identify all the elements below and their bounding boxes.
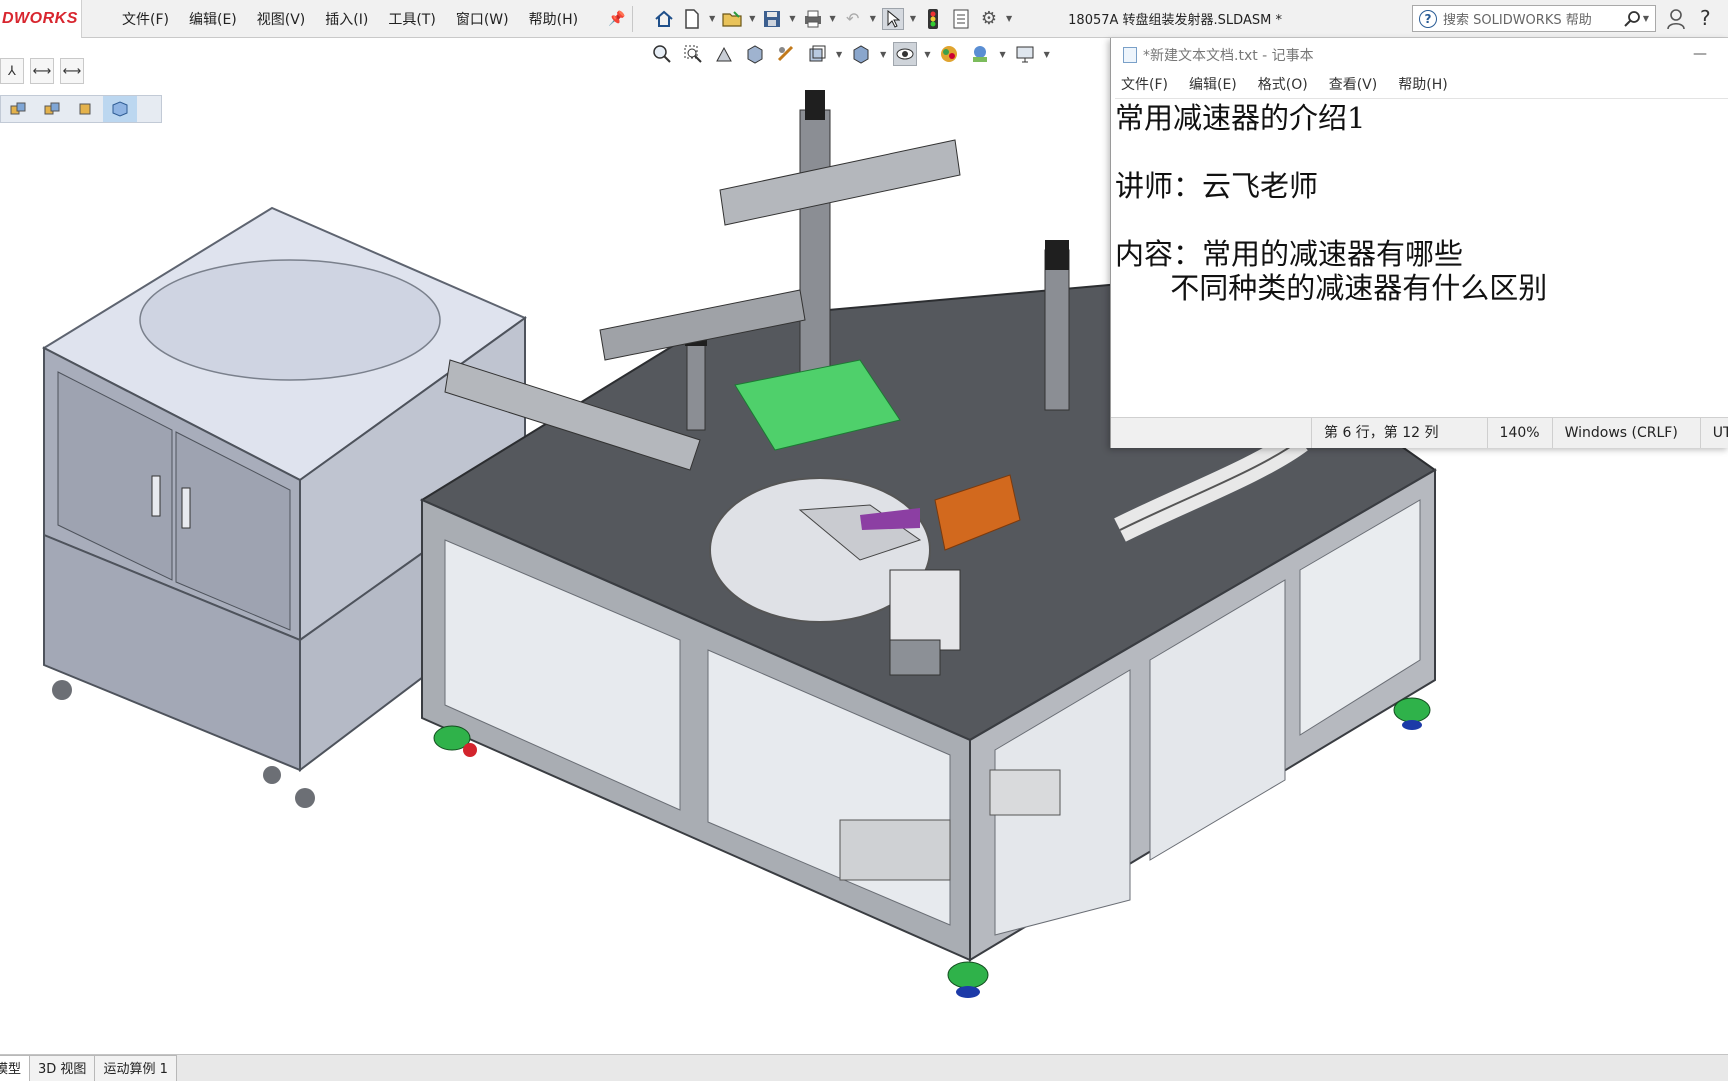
- solidworks-logo[interactable]: DWORKS: [0, 0, 82, 38]
- main-menu: 文件(F) 编辑(E) 视图(V) 插入(I) 工具(T) 窗口(W) 帮助(H…: [112, 9, 588, 29]
- open-dropdown-icon[interactable]: ▼: [749, 14, 755, 23]
- text-line: 不同种类的减速器有什么区别: [1115, 271, 1548, 305]
- open-folder-icon[interactable]: [721, 8, 743, 30]
- select-dropdown-icon[interactable]: ▼: [910, 14, 916, 23]
- sketch-line-icon[interactable]: ⅄: [0, 58, 24, 84]
- undo-icon[interactable]: ↶: [842, 8, 864, 30]
- print-dropdown-icon[interactable]: ▼: [830, 14, 836, 23]
- notepad-menu-bar: 文件(F) 编辑(E) 格式(O) 查看(V) 帮助(H): [1111, 72, 1728, 96]
- text-line: 常用减速器的介绍1: [1115, 101, 1366, 135]
- breadcrumb-subassembly-icon[interactable]: [35, 96, 69, 122]
- standard-toolbar: ▼ ▼ ▼ ▼ ↶ ▼ ▼ ⚙ ▼: [653, 7, 1012, 30]
- notepad-menu-view[interactable]: 查看(V): [1329, 74, 1378, 94]
- search-dropdown-icon[interactable]: ▼: [1643, 14, 1649, 23]
- text-line: [1115, 135, 1728, 169]
- text-line: 讲师：云飞老师: [1115, 169, 1319, 203]
- view-settings-monitor-icon[interactable]: [1013, 42, 1037, 66]
- menu-file[interactable]: 文件(F): [112, 9, 179, 29]
- options-dropdown-icon[interactable]: ▼: [1006, 14, 1012, 23]
- previous-view-icon[interactable]: [712, 42, 736, 66]
- options-gear-icon[interactable]: ⚙: [978, 8, 1000, 30]
- notepad-status-bar: 第 6 行，第 12 列 140% Windows (CRLF) UTF-8: [1111, 417, 1728, 448]
- undo-dropdown-icon[interactable]: ▼: [870, 14, 876, 23]
- menu-edit[interactable]: 编辑(E): [179, 9, 247, 29]
- tab-model[interactable]: 模型: [0, 1055, 31, 1081]
- pin-menu-icon[interactable]: 📌: [608, 11, 625, 27]
- minimize-button[interactable]: —: [1693, 46, 1707, 62]
- heads-up-view-toolbar: ▼ ▼ ▼ ▼ ▼: [650, 42, 1050, 66]
- notepad-menu-format[interactable]: 格式(O): [1258, 74, 1308, 94]
- new-dropdown-icon[interactable]: ▼: [709, 14, 715, 23]
- menu-window[interactable]: 窗口(W): [446, 9, 519, 29]
- document-title: 18057A 转盘组装发射器.SLDASM *: [1068, 13, 1282, 28]
- display-style-dropdown-icon[interactable]: ▼: [880, 50, 886, 59]
- menu-help[interactable]: 帮助(H): [519, 9, 588, 29]
- search-help-field[interactable]: ? 搜索 SOLIDWORKS 帮助 ▼: [1412, 5, 1656, 32]
- breadcrumb-assembly-icon[interactable]: [1, 96, 35, 122]
- edit-appearance-icon[interactable]: [937, 42, 961, 66]
- menu-tools[interactable]: 工具(T): [378, 9, 445, 29]
- distance-dimension-icon[interactable]: ⟷: [60, 58, 84, 84]
- select-pointer-icon[interactable]: [881, 7, 904, 30]
- notepad-text-area[interactable]: 常用减速器的介绍1 讲师：云飞老师 内容：常用的减速器有哪些 不同种类的减速器有…: [1115, 98, 1728, 461]
- zoom-level: 140%: [1486, 418, 1552, 448]
- notepad-title-bar[interactable]: *新建文本文档.txt - 记事本: [1111, 38, 1728, 72]
- file-properties-icon[interactable]: [950, 8, 972, 30]
- bottom-tab-bar: 模型 3D 视图 运动算例 1: [0, 1054, 1728, 1081]
- scene-dropdown-icon[interactable]: ▼: [999, 50, 1005, 59]
- save-icon[interactable]: [761, 8, 783, 30]
- help-button[interactable]: ?: [1700, 6, 1711, 30]
- tab-motion-study[interactable]: 运动算例 1: [94, 1055, 177, 1081]
- breadcrumb-component-icon[interactable]: [69, 96, 103, 122]
- home-icon[interactable]: [653, 8, 675, 30]
- notepad-document-icon: [1123, 47, 1137, 63]
- toolbar-separator: [632, 5, 634, 32]
- notepad-title: *新建文本文档.txt - 记事本: [1143, 48, 1314, 64]
- logo-text: DWORKS: [2, 9, 78, 27]
- save-dropdown-icon[interactable]: ▼: [789, 14, 795, 23]
- notepad-menu-file[interactable]: 文件(F): [1121, 74, 1168, 94]
- horizontal-dimension-icon[interactable]: ⟷: [30, 58, 54, 84]
- cursor-position: 第 6 行，第 12 列: [1311, 418, 1487, 448]
- view-settings-dropdown-icon[interactable]: ▼: [1044, 50, 1050, 59]
- print-icon[interactable]: [802, 8, 824, 30]
- notepad-menu-help[interactable]: 帮助(H): [1398, 74, 1447, 94]
- hide-show-dropdown-icon[interactable]: ▼: [924, 50, 930, 59]
- hide-show-items-icon[interactable]: [893, 42, 918, 66]
- breadcrumb: [0, 95, 162, 123]
- line-ending: Windows (CRLF): [1551, 418, 1700, 448]
- apply-scene-icon[interactable]: [968, 42, 992, 66]
- section-view-icon[interactable]: [743, 42, 767, 66]
- dimension-toolbar: ⅄ ⟷ ⟷: [0, 58, 84, 84]
- notepad-menu-edit[interactable]: 编辑(E): [1189, 74, 1237, 94]
- encoding: UTF-8: [1699, 418, 1728, 448]
- menu-insert[interactable]: 插入(I): [315, 9, 378, 29]
- breadcrumb-part-icon[interactable]: [103, 96, 137, 122]
- rebuild-traffic-light-icon[interactable]: [922, 8, 944, 30]
- text-line: 内容：常用的减速器有哪些: [1115, 237, 1464, 271]
- new-document-icon[interactable]: [681, 8, 703, 30]
- text-line: [1115, 203, 1728, 237]
- user-account-icon[interactable]: [1666, 8, 1686, 30]
- zoom-to-area-icon[interactable]: [681, 42, 705, 66]
- tab-3d-views[interactable]: 3D 视图: [29, 1055, 96, 1081]
- dynamic-annotation-icon[interactable]: [774, 42, 798, 66]
- notepad-window[interactable]: *新建文本文档.txt - 记事本 — 文件(F) 编辑(E) 格式(O) 查看…: [1110, 38, 1728, 448]
- menu-view[interactable]: 视图(V): [247, 9, 316, 29]
- search-placeholder: 搜索 SOLIDWORKS 帮助: [1443, 13, 1592, 28]
- display-style-icon[interactable]: [849, 42, 873, 66]
- view-orientation-dropdown-icon[interactable]: ▼: [836, 50, 842, 59]
- search-icon[interactable]: [1623, 10, 1643, 28]
- help-question-icon: ?: [1419, 9, 1437, 28]
- view-orientation-icon[interactable]: [805, 42, 829, 66]
- zoom-to-fit-icon[interactable]: [650, 42, 674, 66]
